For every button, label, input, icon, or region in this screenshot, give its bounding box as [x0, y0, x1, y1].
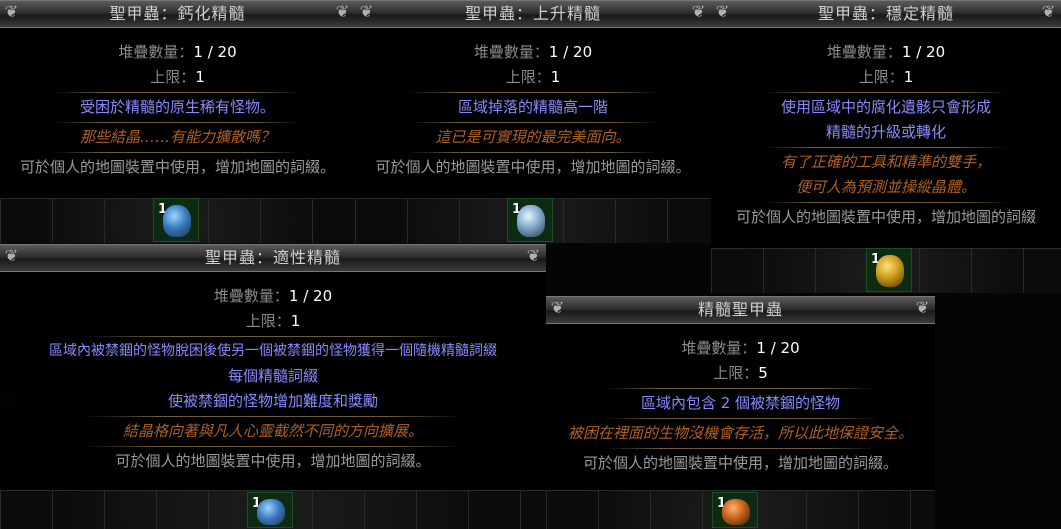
separator [408, 152, 658, 153]
explicit-mod: 每個精髓詞綴 [227, 367, 318, 385]
stack-size-value: 1 / 20 [288, 287, 333, 305]
separator [81, 336, 465, 337]
scarab-icon [876, 255, 904, 287]
explicit-mod: 區域內包含 2 個被禁錮的怪物 [640, 394, 841, 412]
scroll-ornament-icon: ❦ [526, 246, 542, 265]
help-text: 可於個人的地圖裝置中使用，增加地圖的詞綴。 [19, 158, 335, 176]
help-text: 可於個人的地圖裝置中使用，增加地圖的詞綴。 [115, 452, 431, 470]
limit-property: 上限：1 [858, 68, 914, 86]
tooltip-header: ❦ 聖甲蟲：穩定精髓 ❦ [711, 0, 1061, 28]
item-slot-essence-scarab[interactable]: 1 [712, 492, 758, 528]
scroll-ornament-icon: ❦ [715, 2, 731, 21]
tooltip-essence-scarab: ❦ 精髓聖甲蟲 ❦ 堆疊數量：1 / 20 上限：5 區域內包含 2 個被禁錮的… [546, 296, 935, 490]
tooltip-header: ❦ 聖甲蟲：適性精髓 ❦ [0, 244, 546, 272]
limit-property: 上限：5 [713, 364, 768, 382]
tooltip-header: ❦ 聖甲蟲：上升精髓 ❦ [355, 0, 711, 28]
stack-size-property: 堆疊數量：1 / 20 [826, 43, 946, 61]
scroll-ornament-icon: ❦ [691, 2, 707, 21]
limit-value: 1 [550, 68, 561, 86]
stack-size-value: 1 / 20 [193, 43, 237, 61]
tooltip-ascending-essence: ❦ 聖甲蟲：上升精髓 ❦ 堆疊數量：1 / 20 上限：1 區域掉落的精髓高一階… [355, 0, 711, 198]
limit-value: 1 [903, 68, 914, 86]
limit-value: 1 [290, 312, 301, 330]
separator [604, 418, 877, 419]
stack-size-property: 堆疊數量：1 / 20 [681, 339, 800, 357]
scroll-ornament-icon: ❦ [915, 298, 931, 317]
item-slot-ascending[interactable]: 1 [507, 198, 553, 242]
item-slot-adaptation[interactable]: 1 [247, 492, 293, 528]
explicit-mod: 受困於精髓的原生稀有怪物。 [79, 98, 275, 116]
stack-size-property: 堆疊數量：1 / 20 [213, 287, 333, 305]
flavor-text: 便可人為預測並操縱晶體。 [795, 178, 976, 196]
scroll-ornament-icon: ❦ [4, 2, 20, 21]
scroll-ornament-icon: ❦ [335, 2, 351, 21]
help-text: 可於個人的地圖裝置中使用，增加地圖的詞綴。 [375, 158, 691, 176]
flavor-text: 被困在裡面的生物沒機會存活，所以此地保證安全。 [567, 424, 913, 442]
explicit-mod: 使用區域中的腐化遺骸只會形成 [780, 98, 991, 116]
explicit-mod: 區域內被禁錮的怪物脫困後使另一個被禁錮的怪物獲得一個隨機精髓詞綴 [49, 343, 497, 359]
item-title: 聖甲蟲：鈣化精髓 [109, 4, 246, 23]
separator [81, 446, 465, 447]
limit-property: 上限：1 [505, 68, 561, 86]
separator [604, 448, 877, 449]
item-title: 聖甲蟲：上升精髓 [464, 4, 601, 23]
item-slot-calcified[interactable]: 1 [153, 198, 199, 242]
stack-size-value: 1 / 20 [548, 43, 593, 61]
scarab-icon [163, 205, 191, 237]
flavor-text: 結晶格向著與凡人心靈截然不同的方向擴展。 [122, 422, 423, 440]
stack-size-property: 堆疊數量：1 / 20 [118, 43, 237, 61]
tooltip-adaptation-essence: ❦ 聖甲蟲：適性精髓 ❦ 堆疊數量：1 / 20 上限：1 區域內被禁錮的怪物脫… [0, 244, 546, 490]
separator [53, 92, 302, 93]
scroll-ornament-icon: ❦ [550, 298, 566, 317]
help-text: 可於個人的地圖裝置中使用，增加地圖的詞綴。 [582, 454, 898, 472]
item-title: 聖甲蟲：適性精髓 [204, 248, 341, 267]
separator [53, 152, 302, 153]
stack-size-value: 1 / 20 [901, 43, 946, 61]
tooltip-header: ❦ 聖甲蟲：鈣化精髓 ❦ [0, 0, 355, 28]
limit-value: 5 [758, 364, 768, 382]
separator [763, 202, 1009, 203]
limit-property: 上限：1 [245, 312, 301, 330]
item-slot-stability[interactable]: 1 [866, 248, 912, 292]
scroll-ornament-icon: ❦ [1041, 2, 1057, 21]
scarab-icon [517, 205, 545, 237]
help-text: 可於個人的地圖裝置中使用，增加地圖的詞綴 [735, 208, 1036, 226]
explicit-mod: 區域掉落的精髓高一階 [457, 98, 608, 116]
separator [408, 92, 658, 93]
separator [81, 416, 465, 417]
separator [408, 122, 658, 123]
scarab-icon [722, 499, 750, 525]
separator [763, 92, 1009, 93]
separator [763, 147, 1009, 148]
item-title: 聖甲蟲：穩定精髓 [817, 4, 954, 23]
explicit-mod: 精髓的升級或轉化 [825, 123, 946, 141]
item-title: 精髓聖甲蟲 [697, 300, 783, 319]
scarab-icon [257, 499, 285, 525]
scroll-ornament-icon: ❦ [4, 246, 20, 265]
stack-size-property: 堆疊數量：1 / 20 [473, 43, 593, 61]
tooltip-calcified-essence: ❦ 聖甲蟲：鈣化精髓 ❦ 堆疊數量：1 / 20 上限：1 受困於精髓的原生稀有… [0, 0, 355, 198]
flavor-text: 有了正確的工具和精準的雙手， [780, 153, 991, 171]
separator [53, 122, 302, 123]
stack-size-value: 1 / 20 [756, 339, 800, 357]
limit-property: 上限：1 [150, 68, 205, 86]
scroll-ornament-icon: ❦ [359, 2, 375, 21]
tooltip-stability-essence: ❦ 聖甲蟲：穩定精髓 ❦ 堆疊數量：1 / 20 上限：1 使用區域中的腐化遺骸… [711, 0, 1061, 248]
separator [604, 388, 877, 389]
limit-value: 1 [195, 68, 205, 86]
flavor-text: 這已是可實現的最完美面向。 [435, 128, 631, 146]
explicit-mod: 使被禁錮的怪物增加難度和獎勵 [167, 392, 378, 410]
tooltip-header: ❦ 精髓聖甲蟲 ❦ [546, 296, 935, 324]
flavor-text: 那些結晶……有能力擴散嗎？ [79, 128, 275, 146]
